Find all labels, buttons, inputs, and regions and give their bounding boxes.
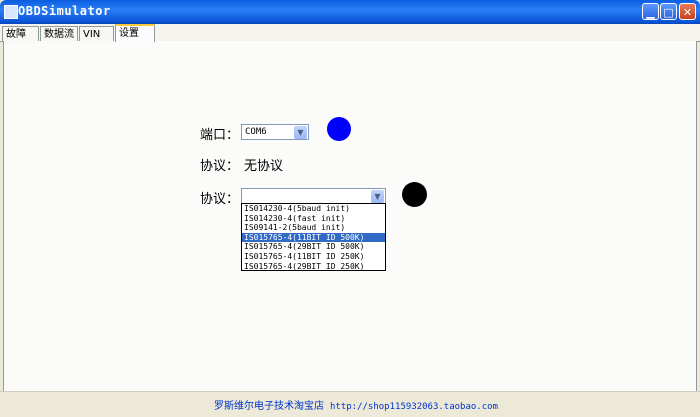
port-select-value: COM6 xyxy=(245,127,267,137)
protocol-option[interactable]: IS09141-2(5baud init) xyxy=(242,223,385,233)
port-label: 端口： xyxy=(200,128,240,143)
tab-strip: 故障码 数据流 VIN码 设置 xyxy=(0,24,700,55)
maximize-icon: □ xyxy=(663,6,674,19)
chevron-down-icon[interactable]: ▼ xyxy=(294,126,307,139)
protocol-select-label: 协议： xyxy=(200,192,240,207)
protocol-display-label: 协议： xyxy=(200,159,240,174)
close-icon: ✕ xyxy=(682,6,693,19)
tab-settings[interactable]: 设置 xyxy=(115,24,155,42)
tab-vin[interactable]: VIN码 xyxy=(79,26,114,55)
port-select[interactable]: COM6 ▼ xyxy=(241,124,309,140)
title-bar[interactable]: OBDSimulator ▁ □ ✕ xyxy=(0,0,700,24)
shop-url[interactable]: http://shop115932063.taobao.com xyxy=(330,402,498,412)
protocol-select[interactable]: ▼ xyxy=(241,188,386,204)
status-text: 罗斯维尔电子技术淘宝店 http://shop115932063.taobao.c… xyxy=(214,397,498,412)
port-status-indicator xyxy=(327,117,351,141)
minimize-button[interactable]: ▁ xyxy=(642,3,659,20)
close-button[interactable]: ✕ xyxy=(679,3,696,20)
protocol-option[interactable]: IS014230-4(5baud init) xyxy=(242,204,385,214)
tab-data-stream[interactable]: 数据流 xyxy=(40,26,78,41)
protocol-display-value: 无协议 xyxy=(244,159,284,174)
minimize-icon: ▁ xyxy=(646,6,655,19)
protocol-option[interactable]: IS014230-4(fast init) xyxy=(242,214,385,224)
protocol-option[interactable]: IS015765-4(29BIT ID 250K) xyxy=(242,262,385,272)
tab-fault-codes[interactable]: 故障码 xyxy=(2,26,39,55)
maximize-button[interactable]: □ xyxy=(660,3,677,20)
protocol-option[interactable]: IS015765-4(29BIT ID 500K) xyxy=(242,242,385,252)
shop-name: 罗斯维尔电子技术淘宝店 xyxy=(214,401,324,412)
protocol-dropdown-list[interactable]: IS014230-4(5baud init) IS014230-4(fast in… xyxy=(241,203,386,271)
protocol-status-indicator xyxy=(402,182,427,207)
protocol-option[interactable]: IS015765-4(11BIT ID 250K) xyxy=(242,252,385,262)
window-title: OBDSimulator xyxy=(18,4,111,18)
app-icon xyxy=(4,5,18,19)
protocol-option[interactable]: IS015765-4(11BIT ID 500K) xyxy=(242,232,385,243)
chevron-down-icon[interactable]: ▼ xyxy=(371,190,384,203)
status-bar: 罗斯维尔电子技术淘宝店 http://shop115932063.taobao.c… xyxy=(0,391,700,417)
